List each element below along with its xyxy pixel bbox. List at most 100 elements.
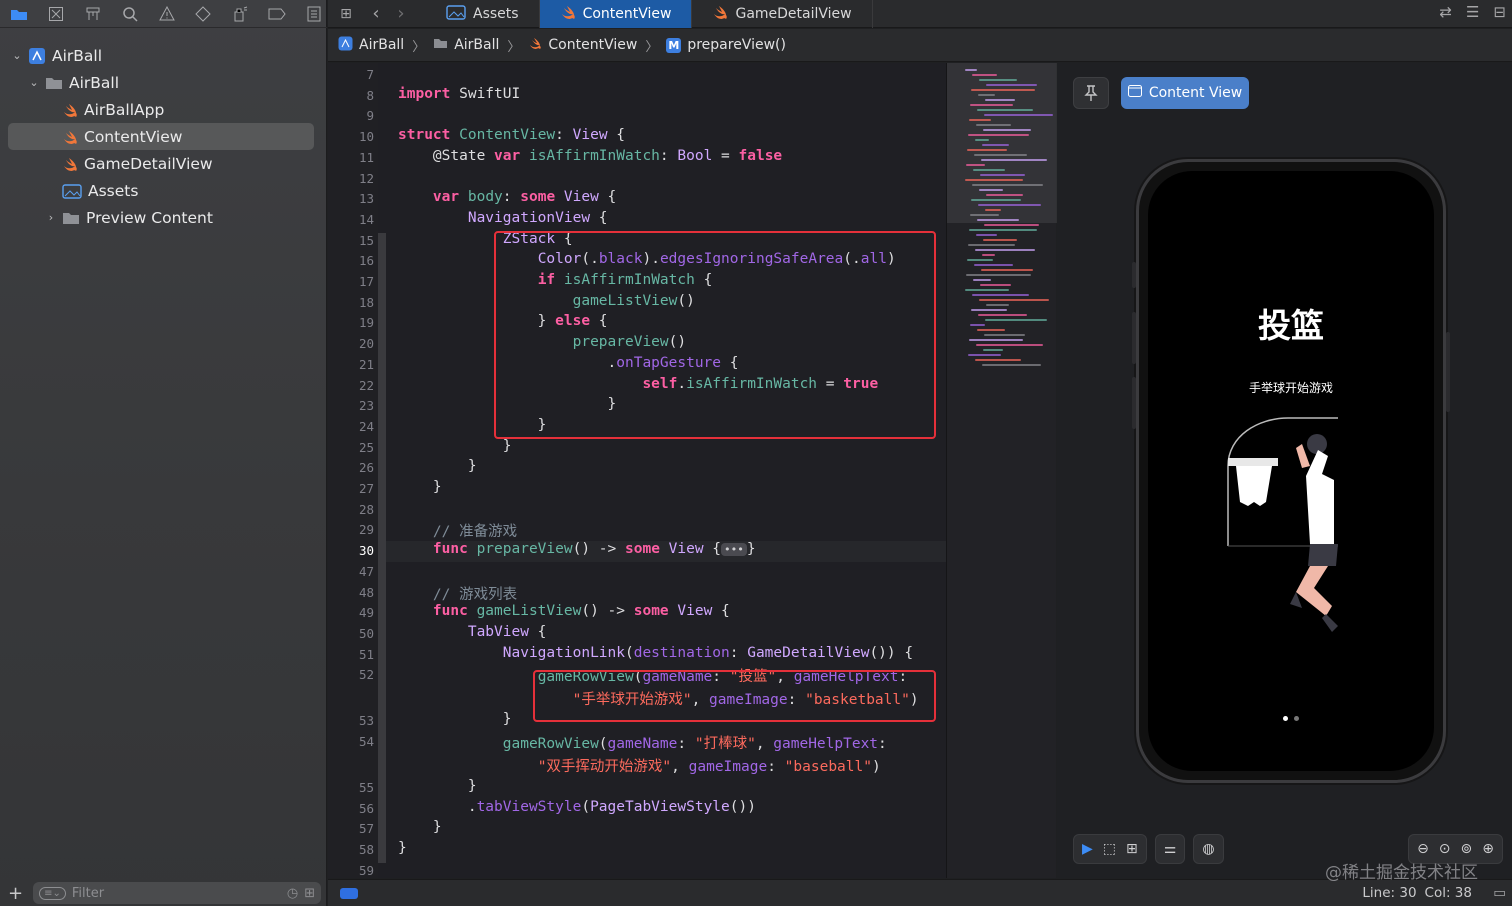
minimap-line (973, 279, 991, 281)
source-control-icon[interactable] (43, 3, 69, 25)
forward-arrow-icon[interactable]: › (388, 3, 414, 24)
code-folding-ribbon[interactable] (378, 233, 386, 863)
code-line: } (398, 437, 512, 454)
line-number: 21 (358, 356, 374, 372)
recent-files-icon[interactable]: ◷ (287, 886, 298, 901)
breakpoint-tag-icon[interactable] (264, 3, 290, 25)
folded-code-badge[interactable]: ••• (721, 543, 747, 557)
highlight-box-zstack (494, 231, 936, 439)
tree-item-airballapp[interactable]: AirBallApp (0, 96, 327, 123)
minimap-line (979, 189, 1003, 191)
tree-item-label: GameDetailView (84, 154, 213, 173)
device-selector-button[interactable]: ◍ (1193, 834, 1224, 864)
disclosure-chevron-icon[interactable]: › (44, 211, 58, 224)
content-view-preview-button[interactable]: Content View (1121, 77, 1249, 109)
report-icon[interactable] (301, 3, 327, 25)
mute-switch (1132, 262, 1136, 288)
code-line: func prepareView() -> some View {•••} (432, 541, 756, 558)
tree-item-assets[interactable]: Assets (0, 177, 327, 204)
line-number: 58 (358, 842, 374, 858)
line-number: 18 (358, 294, 374, 310)
zoom-actual-icon[interactable]: ⊚ (1461, 841, 1473, 857)
minimap-line (976, 234, 997, 236)
select-mode-icon[interactable]: ⬚ (1103, 841, 1116, 857)
jump-item-project[interactable]: AirBall (359, 37, 404, 53)
highlight-box-gamerow (533, 670, 936, 722)
issue-warning-icon[interactable] (154, 3, 180, 25)
minimap-line (974, 154, 1027, 156)
debug-area-toggle-icon[interactable] (340, 887, 358, 899)
variants-grid-icon[interactable]: ⊞ (1126, 841, 1138, 857)
code-line: // 游戏列表 (398, 586, 518, 603)
tree-item-airball[interactable]: ⌄ AirBall (0, 69, 327, 96)
folder-icon[interactable] (6, 3, 32, 25)
tree-item-airball[interactable]: ⌄ AirBall (0, 42, 327, 69)
code-line: } (398, 458, 477, 475)
minimap-line (984, 114, 1053, 116)
code-line: NavigationLink(destination: GameDetailVi… (502, 644, 914, 661)
code-editor[interactable]: 7 8 9 10 11 12 13 14 15 16 17 18 19 20 21 22 23 24 25 26 27 2… (328, 63, 946, 878)
split-editor-icon[interactable]: ⊟ (1493, 3, 1506, 21)
inspector-list-icon[interactable]: ☰ (1466, 3, 1479, 21)
code-line: func gameListView() -> some View { (432, 603, 730, 620)
line-number: 25 (358, 439, 374, 455)
phone-screen[interactable]: 投篮 手举球开始游戏 (1148, 171, 1434, 771)
device-settings-button[interactable]: ⚌ (1154, 834, 1186, 864)
jump-item-file[interactable]: ContentView (548, 37, 637, 53)
minimap-line (968, 244, 1015, 246)
scm-filter-icon[interactable]: ⊞ (304, 886, 315, 901)
add-icon[interactable]: + (8, 883, 23, 904)
code-line: } (398, 778, 477, 794)
preview-window-icon (1127, 85, 1142, 101)
minimap[interactable] (946, 63, 1057, 878)
swap-arrows-icon[interactable]: ⇄ (1439, 3, 1452, 21)
minimap-line (968, 134, 1029, 136)
line-number: 15 (358, 232, 374, 248)
disclosure-chevron-icon[interactable]: ⌄ (27, 76, 41, 89)
folder-icon (433, 37, 448, 53)
tree-item-label: AirBall (52, 46, 103, 65)
folder-icon (62, 211, 80, 225)
zoom-in-icon[interactable]: ⊕ (1482, 841, 1494, 857)
tab-assets[interactable]: Assets (426, 0, 540, 28)
line-number: 57 (358, 821, 374, 837)
tab-contentview[interactable]: ContentView (539, 0, 693, 28)
zoom-fit-icon[interactable]: ⊙ (1439, 841, 1451, 857)
grid-icon[interactable]: ⊞ (328, 6, 364, 22)
find-icon[interactable] (117, 3, 143, 25)
tab-gamedetailview[interactable]: GameDetailView (692, 0, 873, 28)
line-number: 48 (358, 584, 374, 600)
minimap-line (983, 239, 1017, 241)
jump-item-method[interactable]: prepareView() (687, 37, 786, 53)
game-help-text: 手举球开始游戏 (1248, 381, 1333, 395)
panel-toggle-icon[interactable]: ▭ (1493, 885, 1506, 901)
line-number: 20 (358, 336, 374, 352)
device-icon: ◍ (1202, 841, 1215, 857)
live-play-icon[interactable]: ▶ (1082, 841, 1093, 857)
disclosure-chevron-icon[interactable]: ⌄ (10, 49, 24, 62)
zoom-out-icon[interactable]: ⊖ (1417, 841, 1429, 857)
hierarchy-icon[interactable] (80, 3, 106, 25)
pin-icon[interactable] (1073, 77, 1109, 109)
tree-item-preview-content[interactable]: › Preview Content (0, 204, 327, 231)
line-number: 50 (358, 625, 374, 641)
code-line: .tabViewStyle(PageTabViewStyle()) (398, 798, 756, 815)
filter-options-icon[interactable]: ≡⌄ (39, 886, 66, 900)
minimap-line (981, 159, 1047, 161)
minimap-line (981, 269, 1033, 271)
page-dot (1294, 716, 1299, 721)
minimap-line (973, 169, 1005, 171)
tree-item-gamedetailview[interactable]: GameDetailView (0, 150, 327, 177)
jump-item-group[interactable]: AirBall (454, 37, 499, 53)
filter-input[interactable]: ≡⌄ Filter ◷ ⊞ (33, 882, 322, 904)
test-diamond-icon[interactable] (190, 3, 216, 25)
line-number: 12 (358, 170, 374, 186)
minimap-line (975, 139, 989, 141)
line-number: 22 (358, 377, 374, 393)
line-number-gutter: 7 8 9 10 11 12 13 14 15 16 17 18 19 20 21 22 23 24 25 26 27 2… (328, 63, 378, 878)
debug-spray-icon[interactable] (227, 3, 253, 25)
tree-item-contentview[interactable]: ContentView (8, 123, 314, 150)
toggle-settings-icon: ⚌ (1163, 841, 1177, 857)
back-arrow-icon[interactable]: ‹ (364, 3, 388, 24)
page-indicator[interactable] (1283, 716, 1299, 721)
